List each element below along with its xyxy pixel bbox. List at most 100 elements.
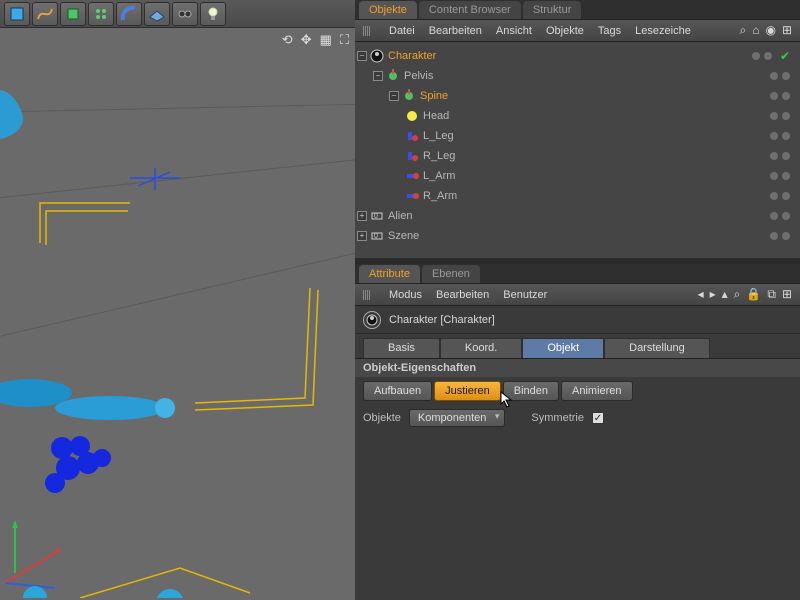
attribute-mode-tabs: Basis Koord. Objekt Darstellung [355,334,800,358]
mode-basis[interactable]: Basis [363,338,440,358]
spline-tool-button[interactable] [32,2,58,26]
aufbauen-button[interactable]: Aufbauen [363,381,432,401]
menu-bearbeiten-attr[interactable]: Bearbeiten [436,289,489,301]
tree-szene[interactable]: + 0 Szene [357,226,796,246]
symmetrie-checkbox[interactable]: ✓ [592,412,604,424]
mode-darstellung[interactable]: Darstellung [604,338,710,358]
menu-bearbeiten[interactable]: Bearbeiten [429,25,482,37]
eye-icon[interactable]: ◉ [765,23,775,38]
menu-benutzer[interactable]: Benutzer [503,289,547,301]
tree-label: L_Arm [423,170,455,182]
symmetrie-label: Symmetrie [531,412,584,424]
panel-grip-icon[interactable] [363,26,371,36]
panel-grip-icon[interactable] [363,290,371,300]
animieren-button[interactable]: Animieren [561,381,633,401]
tree-label: L_Leg [423,130,454,142]
attributes-menu: Modus Bearbeiten Benutzer ◂ ▸ ▴ ⌕ 🔒 ⧉ ⊞ [355,284,800,306]
panel-menu-icon[interactable]: ⊞ [782,23,792,38]
arm-icon [405,169,419,183]
tree-r-leg[interactable]: R_Leg [357,146,796,166]
character-icon [370,49,384,63]
array-tool-button[interactable] [88,2,114,26]
objects-panel-tabs: Objekte Content Browser Struktur [355,0,800,20]
tree-alien[interactable]: + 0 Alien [357,206,796,226]
tab-ebenen[interactable]: Ebenen [422,265,480,283]
camera-tool-button[interactable] [172,2,198,26]
extrude-tool-button[interactable] [60,2,86,26]
floor-tool-button[interactable] [144,2,170,26]
cube-tool-button[interactable] [4,2,30,26]
viewport-pane: ⟲ ✥ ▦ ⛶ [0,0,355,600]
joint-icon [386,69,400,83]
collapse-icon[interactable]: − [373,71,383,81]
tree-l-leg[interactable]: L_Leg [357,126,796,146]
tree-label: R_Arm [423,190,457,202]
tree-label: Charakter [388,50,436,62]
null-icon: 0 [370,229,384,243]
props-header: Objekt-Eigenschaften [355,359,800,377]
panel-menu-attr-icon[interactable]: ⊞ [782,287,792,302]
tree-spine[interactable]: − Spine [357,86,796,106]
svg-text:0: 0 [374,213,378,220]
expand-icon[interactable]: + [357,231,367,241]
home-icon[interactable]: ⌂ [752,23,759,38]
character-header-icon [363,311,381,329]
expand-icon[interactable]: + [357,211,367,221]
search-attr-icon[interactable]: ⌕ [734,287,741,302]
mode-koord[interactable]: Koord. [440,338,522,358]
joint-icon [402,89,416,103]
binden-button[interactable]: Binden [503,381,559,401]
menu-lesezeichen[interactable]: Lesezeiche [635,25,691,37]
tree-label: R_Leg [423,150,455,162]
objekte-label: Objekte [363,412,401,424]
viewport[interactable]: ⟲ ✥ ▦ ⛶ [0,28,355,600]
objects-panel: Objekte Content Browser Struktur Datei B… [355,0,800,258]
attributes-panel: Attribute Ebenen Modus Bearbeiten Benutz… [355,264,800,600]
menu-ansicht[interactable]: Ansicht [496,25,532,37]
collapse-icon[interactable]: − [357,51,367,61]
menu-objekte[interactable]: Objekte [546,25,584,37]
null-icon: 0 [370,209,384,223]
objects-menu: Datei Bearbeiten Ansicht Objekte Tags Le… [355,20,800,42]
menu-datei[interactable]: Datei [389,25,415,37]
tree-label: Head [423,110,449,122]
objekte-select[interactable]: Komponenten [409,409,506,427]
tab-attribute[interactable]: Attribute [359,265,420,283]
collapse-icon[interactable]: − [389,91,399,101]
svg-text:0: 0 [374,233,378,240]
arm-icon [405,189,419,203]
object-properties: Objekt-Eigenschaften Aufbauen Justieren … [355,358,800,600]
nav-fwd-icon[interactable]: ▸ [710,287,716,302]
tree-r-arm[interactable]: R_Arm [357,186,796,206]
checkmark-icon: ✔ [780,49,790,63]
menu-modus[interactable]: Modus [389,289,422,301]
leg-icon [405,129,419,143]
head-icon [405,109,419,123]
nav-up-icon[interactable]: ▴ [722,287,728,302]
object-header-label: Charakter [Charakter] [389,314,495,326]
lock-icon[interactable]: 🔒 [746,287,761,302]
tree-charakter[interactable]: − Charakter ✔ [357,46,796,66]
leg-icon [405,149,419,163]
object-header: Charakter [Charakter] [355,306,800,334]
tree-label: Pelvis [404,70,433,82]
tab-content-browser[interactable]: Content Browser [419,1,521,19]
tree-pelvis[interactable]: − Pelvis [357,66,796,86]
search-icon[interactable]: ⌕ [739,23,746,38]
nav-back-icon[interactable]: ◂ [698,287,704,302]
tree-l-arm[interactable]: L_Arm [357,166,796,186]
tree-label: Spine [420,90,448,102]
mode-objekt[interactable]: Objekt [522,338,604,358]
light-tool-button[interactable] [200,2,226,26]
attributes-panel-tabs: Attribute Ebenen [355,264,800,284]
new-window-icon[interactable]: ⧉ [767,287,776,302]
menu-tags[interactable]: Tags [598,25,621,37]
primitive-toolbar [0,0,355,28]
tree-head[interactable]: Head [357,106,796,126]
sweep-tool-button[interactable] [116,2,142,26]
object-tree[interactable]: − Charakter ✔ − Pelvis − Spine [355,42,800,258]
tab-objekte[interactable]: Objekte [359,1,417,19]
justieren-button[interactable]: Justieren [434,381,501,401]
tab-struktur[interactable]: Struktur [523,1,582,19]
tree-label: Alien [388,210,412,222]
